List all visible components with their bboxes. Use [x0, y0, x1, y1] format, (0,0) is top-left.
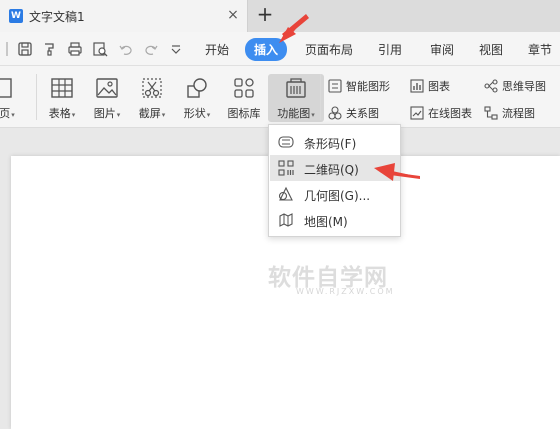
print-preview-icon[interactable] [92, 41, 108, 57]
mindmap-button[interactable]: 思维导图 [484, 78, 546, 96]
picture-label: 图片▾ [93, 107, 121, 120]
function-chart-dropdown: 条形码(F) 二维码(Q) 几何图(G)... 地图(M) [268, 124, 401, 237]
writer-doc-icon: W [9, 9, 23, 23]
menu-item-qrcode[interactable]: 二维码(Q) [270, 155, 400, 181]
barcode-label: 条形码(F) [304, 137, 357, 151]
tab-bar: W 文字文稿1 × + [0, 0, 560, 32]
ribbon-separator [36, 74, 37, 120]
redo-icon[interactable] [143, 41, 159, 57]
relation-button[interactable]: 关系图 [328, 105, 379, 123]
mindmap-icon [484, 79, 498, 93]
mindmap-label: 思维导图 [502, 80, 546, 93]
customize-icon[interactable] [168, 41, 184, 57]
relation-icon [328, 106, 342, 120]
page-icon [0, 78, 12, 98]
menu-references[interactable]: 引用 [378, 41, 402, 58]
barcode-icon [278, 136, 294, 148]
flowchart-icon [484, 106, 498, 120]
smart-graphic-label: 智能图形 [346, 80, 390, 93]
watermark-url: WWW.RJZXW.COM [296, 287, 395, 296]
shape-button[interactable]: 形状▾ [179, 76, 215, 121]
grip-divider [6, 42, 8, 56]
format-painter-icon[interactable] [42, 41, 58, 57]
table-button[interactable]: 表格▾ [44, 76, 80, 121]
scissors-icon [142, 78, 162, 98]
map-icon [279, 213, 293, 227]
icon-library-button[interactable]: 图标库 [225, 76, 263, 121]
menu-section[interactable]: 章节 [528, 41, 552, 58]
page-label: 页▾ [0, 107, 15, 120]
table-label: 表格▾ [48, 107, 76, 120]
relation-label: 关系图 [346, 107, 379, 120]
online-chart-icon [410, 106, 424, 120]
function-chart-label: 功能图▾ [277, 107, 315, 120]
flowchart-label: 流程图 [502, 107, 535, 120]
table-icon [51, 78, 73, 98]
undo-icon[interactable] [118, 41, 134, 57]
screenshot-label: 截屏▾ [138, 107, 166, 120]
save-icon[interactable] [17, 41, 33, 57]
menu-review[interactable]: 审阅 [430, 41, 454, 58]
page-button[interactable]: 页▾ [0, 76, 20, 121]
picture-button[interactable]: 图片▾ [89, 76, 125, 121]
document-tab[interactable]: W 文字文稿1 × [0, 0, 248, 32]
shape-icon [187, 78, 207, 98]
menu-insert[interactable]: 插入 [245, 38, 288, 61]
map-label: 地图(M) [304, 215, 348, 229]
menu-item-barcode[interactable]: 条形码(F) [270, 129, 400, 155]
new-tab-button[interactable]: + [254, 4, 276, 26]
icon-library-label: 图标库 [227, 107, 261, 120]
function-chart-icon [286, 78, 306, 98]
menu-start[interactable]: 开始 [205, 41, 229, 58]
qrcode-icon [278, 160, 294, 176]
menu-view[interactable]: 视图 [479, 41, 503, 58]
smart-graphic-icon [328, 79, 342, 93]
qrcode-label: 二维码(Q) [304, 163, 359, 177]
ribbon-separator [320, 74, 321, 120]
print-icon[interactable] [67, 41, 83, 57]
insert-ribbon: 页▾ 表格▾ 图片▾ 截屏▾ 形状▾ 图标库 功能图▾ 智能图形 图表 思维导图… [0, 66, 560, 128]
online-chart-label: 在线图表 [428, 107, 472, 120]
menu-page-layout[interactable]: 页面布局 [305, 41, 353, 58]
flowchart-button[interactable]: 流程图 [484, 105, 535, 123]
menu-item-geometry[interactable]: 几何图(G)... [270, 181, 400, 207]
chart-label: 图表 [428, 80, 450, 93]
close-tab-icon[interactable]: × [224, 6, 242, 24]
menu-bar: 开始 插入 页面布局 引用 审阅 视图 章节 [0, 32, 560, 66]
geometry-label: 几何图(G)... [304, 189, 371, 203]
chart-icon [410, 79, 424, 93]
screenshot-button[interactable]: 截屏▾ [134, 76, 170, 121]
smart-graphic-button[interactable]: 智能图形 [328, 78, 390, 96]
picture-icon [96, 78, 118, 98]
function-chart-button[interactable]: 功能图▾ [268, 74, 324, 122]
document-tab-title: 文字文稿1 [29, 10, 85, 24]
online-chart-button[interactable]: 在线图表 [410, 105, 472, 123]
menu-item-map[interactable]: 地图(M) [270, 207, 400, 233]
chart-button[interactable]: 图表 [410, 78, 450, 96]
geometry-icon [278, 186, 293, 201]
shape-label: 形状▾ [183, 107, 211, 120]
icon-library-icon [234, 78, 254, 98]
